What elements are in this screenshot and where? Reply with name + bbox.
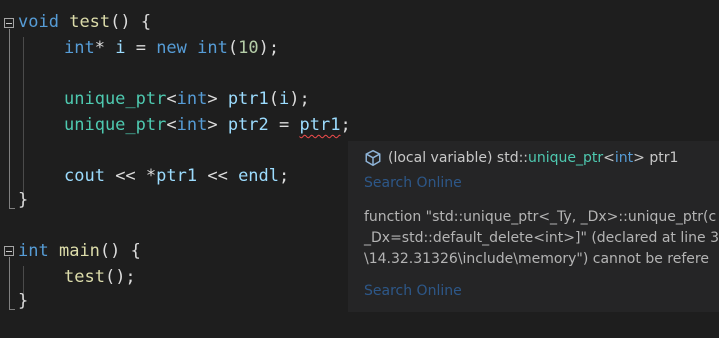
code-line[interactable]: }: [18, 289, 28, 314]
signature-prefix: (local variable) std::: [388, 150, 529, 166]
error-line: function "std::unique_ptr<_Ty, _Dx>::uni…: [364, 209, 717, 225]
signature-keyword: int: [614, 150, 634, 166]
variable: endl: [238, 166, 280, 186]
fold-end: [9, 309, 15, 310]
punctuation: >: [207, 89, 228, 109]
fold-line: [9, 257, 10, 309]
error-line: _Dx=std::default_delete<int>]" (declared…: [364, 230, 719, 246]
punctuation: =: [268, 115, 300, 135]
fold-end: [9, 208, 15, 209]
code-line[interactable]: }: [18, 188, 28, 213]
punctuation: }: [18, 190, 29, 210]
keyword: new: [156, 38, 187, 58]
punctuation: () {: [110, 12, 152, 32]
keyword: int: [176, 115, 208, 135]
code-line[interactable]: cout << *ptr1 << endl;: [64, 164, 289, 189]
keyword: int: [18, 241, 49, 261]
function-name: test: [69, 12, 111, 32]
variable: i: [115, 38, 126, 58]
punctuation: <<: [104, 166, 146, 186]
collapse-icon[interactable]: [4, 246, 14, 256]
variable: ptr1: [156, 166, 198, 186]
punctuation: <: [166, 89, 177, 109]
punctuation: );: [258, 38, 280, 58]
code-line[interactable]: void test() {: [18, 10, 151, 35]
code-line[interactable]: test();: [64, 265, 136, 290]
punctuation: *: [145, 166, 157, 186]
punctuation: ();: [104, 267, 136, 287]
signature-lt: <: [603, 150, 615, 166]
variable: ptr1: [227, 89, 269, 109]
keyword: int: [197, 38, 228, 58]
keyword: void: [18, 12, 59, 32]
indent-guide: [23, 37, 24, 205]
punctuation: <<: [197, 166, 239, 186]
code-line[interactable]: int* i = new int(10);: [64, 36, 279, 61]
collapse-icon[interactable]: [4, 18, 14, 28]
punctuation: (: [227, 38, 239, 58]
variable: i: [279, 89, 290, 109]
variable: cout: [64, 166, 105, 186]
search-online-link[interactable]: Search Online: [364, 283, 462, 299]
type-name: unique_ptr: [64, 89, 167, 109]
function-name: main: [58, 241, 100, 261]
quick-info-tooltip[interactable]: (local variable) std::unique_ptr<int> pt…: [348, 141, 719, 312]
punctuation: ;: [340, 115, 351, 135]
punctuation: ;: [279, 166, 290, 186]
error-squiggle-variable[interactable]: ptr1: [299, 115, 340, 135]
local-variable-icon: [365, 149, 381, 167]
variable: ptr2: [227, 115, 269, 135]
search-online-link[interactable]: Search Online: [364, 175, 462, 191]
keyword: int: [64, 38, 95, 58]
error-line: \14.32.31326\include\memory") cannot be …: [364, 251, 709, 267]
tooltip-signature: (local variable) std::unique_ptr<int> pt…: [364, 149, 678, 167]
keyword: int: [176, 89, 208, 109]
signature-type: unique_ptr: [528, 150, 604, 166]
punctuation: );: [289, 89, 310, 109]
code-line[interactable]: unique_ptr<int> ptr2 = ptr1;: [64, 113, 351, 138]
punctuation: (: [268, 89, 280, 109]
punctuation: *: [94, 38, 105, 58]
function-name: test: [64, 267, 105, 287]
code-line[interactable]: int main() {: [18, 239, 141, 264]
type-name: unique_ptr: [64, 115, 167, 135]
number-literal: 10: [238, 38, 259, 58]
code-line[interactable]: unique_ptr<int> ptr1(i);: [64, 87, 310, 112]
error-message: function "std::unique_ptr<_Ty, _Dx>::uni…: [364, 207, 719, 270]
signature-suffix: > ptr1: [633, 150, 679, 166]
punctuation: =: [125, 38, 157, 58]
punctuation: () {: [99, 241, 141, 261]
punctuation: <: [166, 115, 177, 135]
fold-line: [9, 29, 10, 208]
punctuation: >: [207, 115, 228, 135]
punctuation: }: [18, 291, 29, 311]
